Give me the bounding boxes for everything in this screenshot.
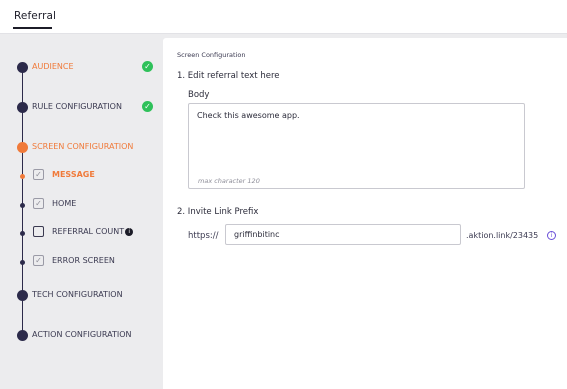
body-label: Body [188,90,210,100]
info-icon[interactable]: i [547,231,556,240]
https-prefix-label: https:// [188,231,219,241]
step-label: RULE CONFIGURATION [32,102,122,111]
max-character-hint: max character 120 [198,177,260,185]
substep-label-text: REFERRAL COUNT [52,227,125,236]
check-circle-icon: ✓ [142,61,153,72]
body-text-value: Check this awesome app. [197,111,300,120]
info-icon[interactable]: i [125,228,134,236]
substep-message[interactable]: ✓ MESSAGE [0,169,163,183]
checkbox[interactable]: ✓ [33,255,44,266]
section-title-referral-text: 1. Edit referral text here [177,71,280,81]
substep-dot [20,174,25,179]
screen-config-panel: Screen Configuration 1. Edit referral te… [163,38,567,389]
substep-home[interactable]: ✓ HOME [0,198,163,212]
config-steps-sidebar: AUDIENCE ✓ RULE CONFIGURATION ✓ SCREEN C… [0,34,163,389]
link-prefix-input[interactable]: griffinbitinc [225,224,461,245]
substep-dot [20,231,25,236]
substep-label: HOME [52,199,77,208]
checkbox[interactable] [33,226,44,237]
link-prefix-value: griffinbitinc [234,230,280,239]
link-domain-suffix: .aktion.link/23435 [466,231,539,240]
step-dot [17,102,28,113]
breadcrumb: Screen Configuration [177,51,246,59]
step-tech-configuration[interactable]: TECH CONFIGURATION [0,289,163,303]
step-screen-configuration[interactable]: SCREEN CONFIGURATION [0,141,163,155]
app-header: Referral [0,0,567,34]
step-rule-configuration[interactable]: RULE CONFIGURATION ✓ [0,101,163,115]
substep-dot [20,260,25,265]
body-textarea[interactable]: Check this awesome app. max character 12… [188,103,525,189]
checkbox[interactable]: ✓ [33,169,44,180]
substep-label: REFERRAL COUNT i [52,227,134,236]
page-title: Referral [14,10,57,22]
section-title-invite-link: 2. Invite Link Prefix [177,207,259,217]
step-dot [17,62,28,73]
check-circle-icon: ✓ [142,101,153,112]
substep-label: ERROR SCREEN [52,256,115,265]
checkbox[interactable]: ✓ [33,198,44,209]
substep-referral-count[interactable]: REFERRAL COUNT i [0,226,163,240]
step-dot [17,330,28,341]
step-audience[interactable]: AUDIENCE ✓ [0,61,163,75]
step-label: TECH CONFIGURATION [32,290,123,299]
substep-label: MESSAGE [52,170,95,179]
step-action-configuration[interactable]: ACTION CONFIGURATION [0,329,163,343]
step-dot [17,290,28,301]
substep-dot [20,203,25,208]
substep-error-screen[interactable]: ✓ ERROR SCREEN [0,255,163,269]
step-dot [17,142,28,153]
title-underline [13,27,52,29]
step-label: SCREEN CONFIGURATION [32,142,134,151]
step-label: ACTION CONFIGURATION [32,330,132,339]
step-label: AUDIENCE [32,62,74,71]
